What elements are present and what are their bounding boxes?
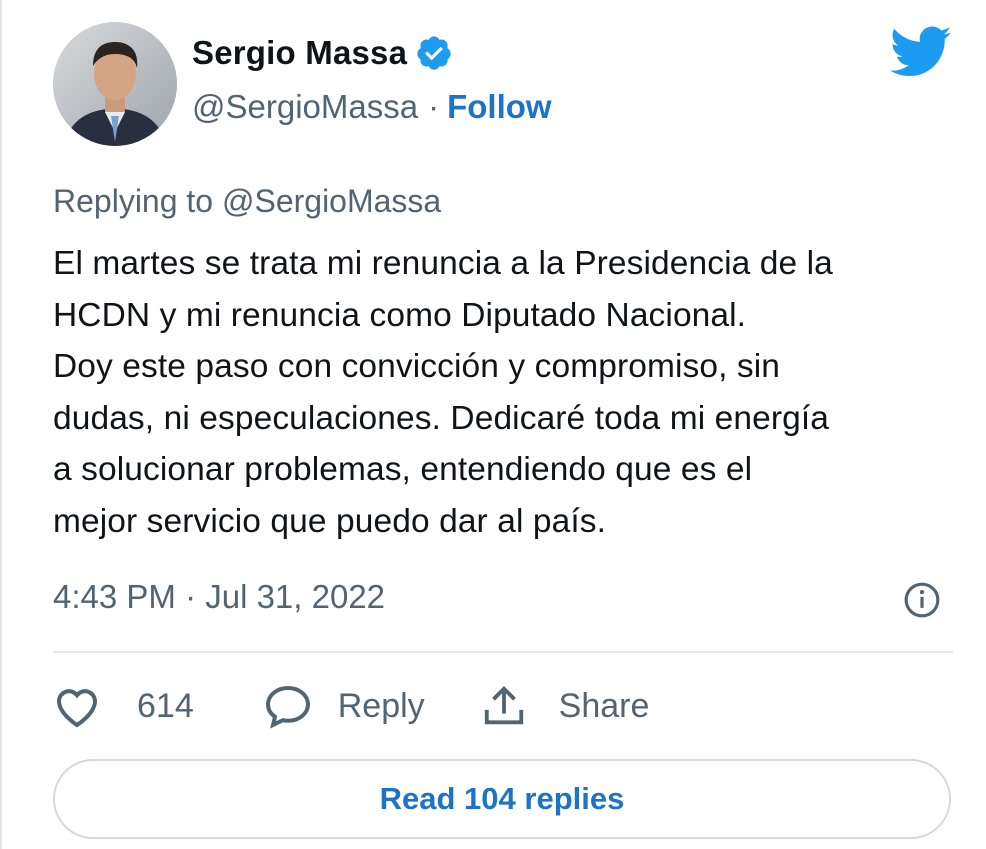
heart-icon [56, 689, 98, 728]
twitter-bird-icon[interactable] [890, 26, 952, 78]
avatar[interactable] [53, 22, 177, 146]
reply-button[interactable]: Reply [264, 683, 425, 729]
info-icon[interactable] [903, 581, 941, 619]
tweet-timestamp[interactable]: 4:43 PM · Jul 31, 2022 [53, 578, 385, 616]
share-icon [484, 686, 523, 725]
replying-to-label[interactable]: Replying to @SergioMassa [53, 183, 441, 220]
read-replies-button[interactable]: Read 104 replies [53, 759, 951, 839]
like-button[interactable]: 614 [53, 684, 194, 728]
card-border [0, 0, 2, 849]
reply-bubble-icon [265, 685, 310, 729]
tweet-text: El martes se trata mi renuncia a la Pres… [53, 245, 833, 540]
author-handle[interactable]: @SergioMassa [192, 88, 418, 126]
read-replies-label: Read 104 replies [379, 781, 625, 816]
reply-label: Reply [337, 686, 425, 725]
like-count: 614 [137, 686, 194, 725]
follow-button[interactable]: Follow [447, 88, 551, 126]
verified-badge-icon [417, 36, 451, 70]
share-label: Share [558, 686, 650, 725]
share-button[interactable]: Share [481, 683, 650, 729]
author-name[interactable]: Sergio Massa [192, 34, 407, 72]
separator-dot: · [428, 88, 440, 125]
divider [53, 651, 953, 653]
